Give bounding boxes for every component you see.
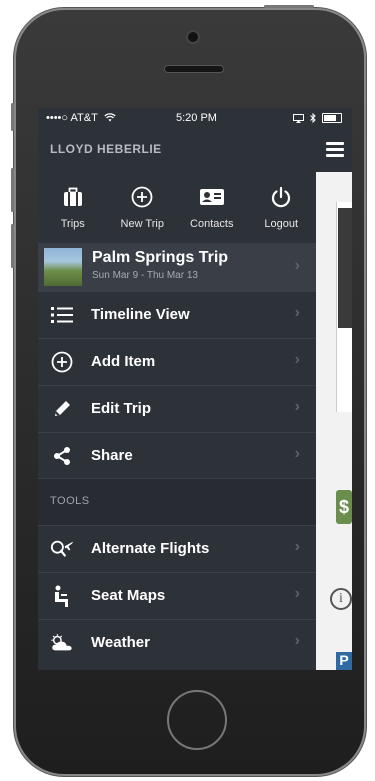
contact-card-icon — [199, 189, 224, 205]
list-icon — [51, 307, 73, 323]
menu-item-alternate-flights[interactable]: Alternate Flights › — [38, 525, 316, 572]
quick-action-label: Trips — [60, 218, 85, 230]
home-button[interactable] — [167, 690, 227, 750]
quick-action-logout[interactable]: Logout — [247, 172, 317, 242]
menu-item-label: Timeline View — [91, 306, 190, 323]
chevron-right-icon: › — [294, 398, 300, 415]
mute-switch — [11, 103, 14, 131]
hamburger-menu-icon[interactable] — [326, 142, 344, 160]
front-camera — [188, 32, 198, 42]
side-menu: LLOYD HEBERLIE Trips New Trip Contacts L… — [38, 128, 316, 670]
speaker-grille — [165, 66, 223, 72]
status-time: 5:20 PM — [176, 112, 217, 124]
screen-mirror-icon — [293, 113, 304, 123]
menu-item-label: Edit Trip — [91, 400, 151, 417]
carrier-text: ••••○ AT&T — [46, 112, 98, 124]
chevron-right-icon: › — [294, 257, 300, 274]
menu-item-add-item[interactable]: Add Item › — [38, 338, 316, 385]
power-button — [264, 5, 314, 8]
seat-icon — [55, 585, 68, 607]
section-label: TOOLS — [50, 495, 90, 507]
quick-action-label: Contacts — [190, 218, 234, 230]
menu-item-seat-maps[interactable]: Seat Maps › — [38, 572, 316, 619]
carrier-label: ••••○ AT&T — [46, 108, 116, 128]
chevron-right-icon: › — [294, 445, 300, 462]
chevron-right-icon: › — [294, 538, 300, 555]
main-content-peek[interactable]: $ i P — [316, 128, 352, 670]
battery-icon — [322, 113, 342, 123]
volume-up-button — [11, 168, 14, 212]
menu-item-label: Seat Maps — [91, 587, 166, 604]
trip-title: Palm Springs Trip — [92, 249, 229, 266]
user-name: LLOYD HEBERLIE — [50, 142, 162, 156]
current-trip-row[interactable]: Palm Springs Trip Sun Mar 9 - Thu Mar 13… — [38, 243, 316, 291]
menu-item-label: Share — [91, 447, 133, 464]
pencil-icon — [55, 401, 70, 416]
power-icon — [272, 186, 291, 208]
parking-icon: P — [336, 652, 352, 670]
nav-bar — [316, 128, 352, 172]
share-icon — [54, 447, 70, 465]
flight-search-icon — [50, 540, 74, 557]
app-logo-icon: $ — [336, 490, 352, 524]
status-bar: ••••○ AT&T 5:20 PM — [38, 108, 352, 128]
menu-item-label: Weather — [91, 634, 150, 651]
content-photo — [338, 208, 352, 328]
quick-action-new-trip[interactable]: New Trip — [108, 172, 178, 242]
quick-actions: Trips New Trip Contacts Logout — [38, 172, 316, 242]
chevron-right-icon: › — [294, 632, 300, 649]
suitcase-icon — [63, 187, 82, 206]
wifi-icon — [104, 113, 116, 122]
menu-item-label: Alternate Flights — [91, 540, 210, 557]
chevron-right-icon: › — [294, 585, 300, 602]
status-right — [293, 113, 342, 123]
trip-dates: Sun Mar 9 - Thu Mar 13 — [92, 270, 198, 281]
bluetooth-icon — [310, 113, 316, 123]
plus-circle-icon — [51, 351, 73, 373]
plus-circle-icon — [131, 186, 153, 208]
menu-item-timeline-view[interactable]: Timeline View › — [38, 291, 316, 338]
chevron-right-icon: › — [294, 351, 300, 368]
menu-item-label: Add Item — [91, 353, 156, 370]
info-icon[interactable]: i — [330, 588, 352, 610]
menu-item-weather[interactable]: Weather › — [38, 619, 316, 666]
chevron-right-icon: › — [294, 304, 300, 321]
tools-section-header: TOOLS — [38, 478, 316, 525]
volume-down-button — [11, 224, 14, 268]
screen: ••••○ AT&T 5:20 PM $ i P LLOYD HEBERLIE — [38, 108, 352, 670]
quick-action-label: Logout — [264, 218, 299, 230]
trip-thumbnail — [44, 248, 82, 286]
quick-action-trips[interactable]: Trips — [38, 172, 108, 242]
weather-icon — [51, 634, 72, 651]
menu-item-share[interactable]: Share › — [38, 432, 316, 479]
menu-item-edit-trip[interactable]: Edit Trip › — [38, 385, 316, 432]
quick-action-contacts[interactable]: Contacts — [177, 172, 247, 242]
quick-action-label: New Trip — [120, 218, 164, 230]
